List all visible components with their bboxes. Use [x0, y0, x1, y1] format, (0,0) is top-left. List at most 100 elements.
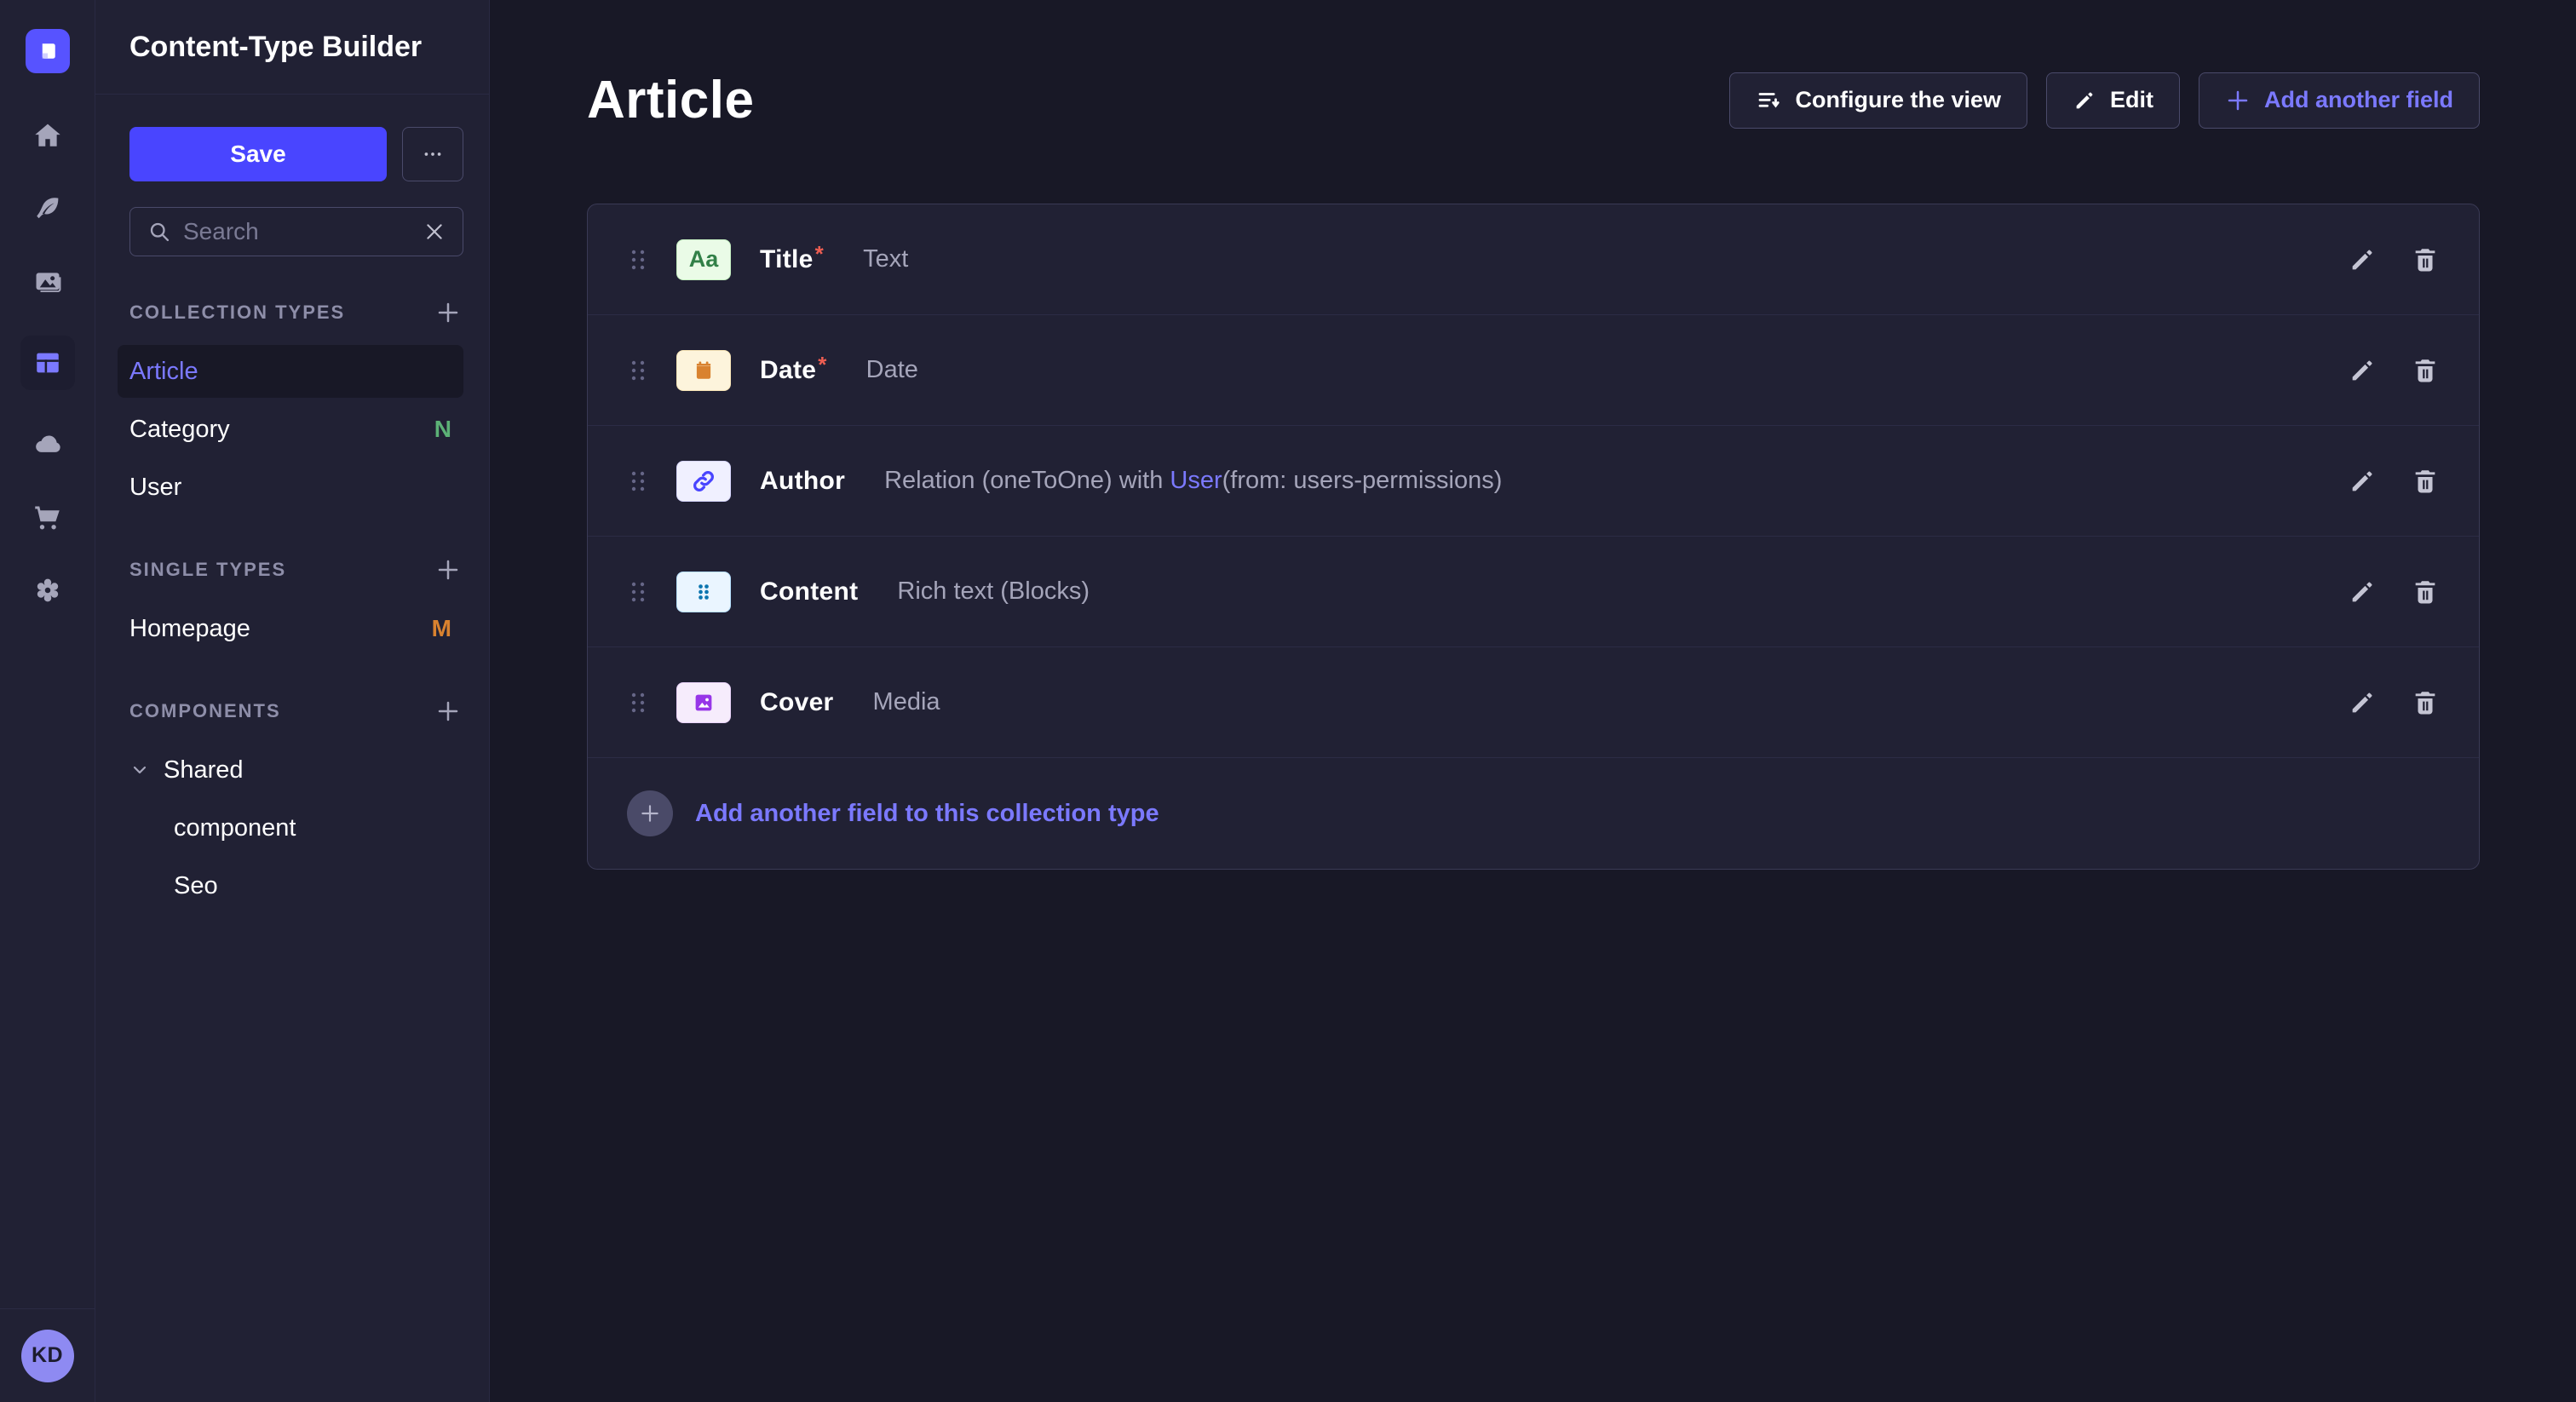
status-badge-new: N — [434, 416, 451, 443]
sidebar-item-homepage[interactable]: Homepage M — [118, 602, 463, 655]
pencil-icon — [2348, 245, 2377, 274]
search-input[interactable] — [183, 218, 411, 245]
delete-field-button[interactable] — [2411, 356, 2440, 385]
add-single-type-button[interactable] — [433, 554, 463, 585]
status-badge-modified: M — [432, 615, 451, 642]
sidebar-item-label: Homepage — [129, 615, 250, 643]
single-types-header: SINGLE TYPES — [129, 554, 463, 585]
pencil-icon — [2348, 577, 2377, 606]
main-content: Article Configure the view Edit Add anot… — [490, 0, 2576, 1402]
relation-field-icon — [676, 461, 731, 502]
row-actions — [2348, 356, 2440, 385]
add-another-field-label: Add another field — [2264, 87, 2453, 113]
pencil-icon — [2348, 356, 2377, 385]
component-group-shared[interactable]: Shared — [118, 744, 463, 796]
configure-view-label: Configure the view — [1795, 87, 2001, 113]
delete-field-button[interactable] — [2411, 577, 2440, 606]
app-window: KD Content-Type Builder Save COLLECTION … — [0, 0, 2576, 1402]
sidebar-item-user[interactable]: User — [118, 461, 463, 514]
edit-field-button[interactable] — [2348, 577, 2377, 606]
delete-field-button[interactable] — [2411, 467, 2440, 496]
trash-icon — [2411, 688, 2440, 717]
field-name: Date* — [760, 356, 827, 385]
plus-icon — [435, 300, 461, 325]
edit-button[interactable]: Edit — [2046, 72, 2180, 129]
user-avatar[interactable]: KD — [21, 1330, 74, 1382]
media-library-images-icon[interactable] — [28, 262, 67, 302]
settings-gear-icon[interactable] — [28, 571, 67, 610]
nav-icon-list — [20, 116, 75, 610]
configure-view-button[interactable]: Configure the view — [1729, 72, 2027, 129]
edit-field-button[interactable] — [2348, 245, 2377, 274]
sidebar-item-seo[interactable]: Seo — [118, 859, 463, 912]
media-field-icon — [676, 682, 731, 723]
relation-target-link[interactable]: User — [1170, 467, 1222, 494]
drag-handle-icon[interactable] — [629, 359, 647, 382]
field-name: Title* — [760, 245, 824, 274]
pencil-icon — [2073, 89, 2096, 112]
field-name: Content — [760, 577, 858, 606]
drag-handle-icon[interactable] — [629, 470, 647, 492]
required-asterisk: * — [818, 352, 826, 377]
text-field-icon: Aa — [676, 239, 731, 280]
field-name: Author — [760, 467, 845, 496]
field-row-date: Date* Date — [588, 315, 2479, 426]
content-type-builder-layout-icon[interactable] — [20, 336, 75, 390]
marketplace-cart-icon[interactable] — [28, 497, 67, 537]
trash-icon — [2411, 577, 2440, 606]
drag-handle-icon[interactable] — [629, 692, 647, 714]
trash-icon — [2411, 467, 2440, 496]
add-another-field-button[interactable]: Add another field — [2199, 72, 2480, 129]
more-options-button[interactable] — [402, 127, 463, 181]
row-actions — [2348, 467, 2440, 496]
sidebar-item-category[interactable]: Category N — [118, 403, 463, 456]
collection-types-header: COLLECTION TYPES — [129, 297, 463, 328]
edit-field-button[interactable] — [2348, 467, 2377, 496]
plus-icon — [435, 557, 461, 583]
sidebar-item-label: User — [129, 474, 181, 502]
pencil-icon — [2348, 467, 2377, 496]
field-name: Cover — [760, 688, 834, 717]
field-type: Text — [863, 245, 908, 273]
more-dots-icon — [422, 143, 444, 165]
field-row-cover: Cover Media — [588, 647, 2479, 758]
edit-label: Edit — [2110, 87, 2153, 113]
plus-icon — [435, 698, 461, 724]
component-group-label: Shared — [164, 756, 244, 784]
sidebar-item-article[interactable]: Article — [118, 345, 463, 398]
nav-user-section: KD — [0, 1308, 95, 1402]
main-header: Article Configure the view Edit Add anot… — [587, 70, 2480, 130]
sidebar-item-component[interactable]: component — [118, 802, 463, 854]
edit-field-button[interactable] — [2348, 688, 2377, 717]
add-collection-type-button[interactable] — [433, 297, 463, 328]
field-type: Rich text (Blocks) — [897, 577, 1090, 606]
search-icon — [147, 220, 171, 244]
drag-handle-icon[interactable] — [629, 581, 647, 603]
components-header: COMPONENTS — [129, 696, 463, 727]
main-nav-strip: KD — [0, 0, 95, 1402]
add-component-button[interactable] — [433, 696, 463, 727]
deploy-cloud-icon[interactable] — [28, 424, 67, 463]
header-actions: Configure the view Edit Add another fiel… — [1729, 72, 2480, 129]
sidebar-item-label: Article — [129, 358, 198, 386]
save-row: Save — [129, 127, 463, 181]
drag-handle-icon[interactable] — [629, 249, 647, 271]
strapi-logo-icon[interactable] — [26, 29, 70, 73]
ctb-sidebar: Content-Type Builder Save COLLECTION TYP… — [95, 0, 490, 1402]
fields-card: Aa Title* Text Date* Date — [587, 204, 2480, 870]
edit-field-button[interactable] — [2348, 356, 2377, 385]
clear-search-icon[interactable] — [423, 221, 446, 243]
add-field-footer-button[interactable]: Add another field to this collection typ… — [588, 758, 2479, 869]
field-row-title: Aa Title* Text — [588, 204, 2479, 315]
save-button[interactable]: Save — [129, 127, 387, 181]
sidebar-title: Content-Type Builder — [95, 0, 489, 95]
components-label: COMPONENTS — [129, 700, 281, 722]
content-manager-feather-icon[interactable] — [28, 189, 67, 228]
field-type: Date — [866, 356, 918, 384]
field-type: Relation (oneToOne) with User(from: user… — [884, 467, 1502, 495]
delete-field-button[interactable] — [2411, 688, 2440, 717]
sidebar-item-label: Seo — [174, 872, 218, 900]
delete-field-button[interactable] — [2411, 245, 2440, 274]
row-actions — [2348, 245, 2440, 274]
home-icon[interactable] — [28, 116, 67, 155]
